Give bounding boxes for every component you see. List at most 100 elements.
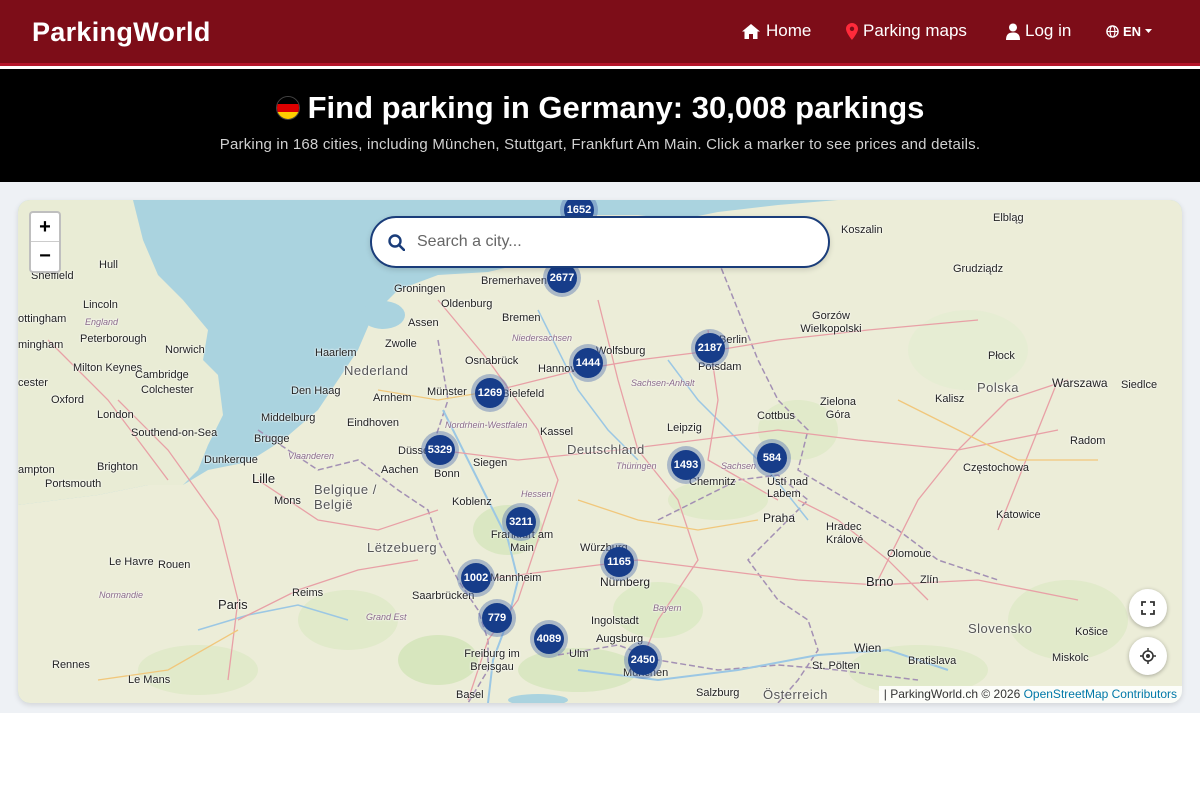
country-label: Lëtzebuerg — [367, 540, 438, 555]
parking-cluster-marker[interactable]: 1269 — [471, 374, 509, 412]
parking-cluster-marker[interactable]: 3211 — [502, 503, 540, 541]
place-label: Le Mans — [128, 674, 171, 686]
place-label: Reims — [292, 587, 324, 599]
place-label: Lille — [252, 471, 276, 486]
country-label: Polska — [977, 380, 1020, 395]
zoom-out-button[interactable]: − — [31, 242, 59, 271]
place-label: ottingham — [18, 313, 67, 325]
attribution-text: | ParkingWorld.ch © 2026 — [883, 687, 1024, 701]
place-label: Brighton — [97, 461, 138, 473]
place-label: Assen — [408, 317, 439, 329]
country-label: Österreich — [763, 687, 828, 702]
cluster-count: 5329 — [425, 435, 455, 465]
zoom-in-button[interactable]: + — [31, 213, 59, 242]
place-label: Middelburg — [261, 412, 316, 424]
place-label: Częstochowa — [963, 462, 1030, 474]
country-label: Nederland — [344, 363, 409, 378]
map-marker-icon — [846, 22, 858, 40]
place-label: Gorzów Wielkopolski — [800, 310, 862, 335]
nav-home-link[interactable]: Home — [741, 21, 811, 41]
cluster-count: 2187 — [695, 333, 725, 363]
place-label: Bratislava — [908, 655, 957, 667]
place-label: Colchester — [141, 384, 194, 396]
place-label: Norwich — [165, 344, 205, 356]
region-label: Hessen — [521, 489, 552, 499]
parking-cluster-marker[interactable]: 1444 — [569, 344, 607, 382]
region-label: Normandie — [99, 590, 144, 600]
place-label: Dunkerque — [204, 454, 258, 466]
place-label: Kalisz — [935, 393, 965, 405]
nav-login-link[interactable]: Log in — [1006, 21, 1071, 41]
fullscreen-button[interactable] — [1129, 589, 1167, 627]
place-label: Rouen — [158, 559, 191, 571]
nav-parking-maps-link[interactable]: Parking maps — [846, 21, 967, 41]
cluster-count: 4089 — [534, 624, 564, 654]
parking-cluster-marker[interactable]: 2450 — [624, 641, 662, 679]
place-label: Ulm — [569, 648, 589, 660]
parking-cluster-marker[interactable]: 1493 — [667, 446, 705, 484]
locate-me-button[interactable] — [1129, 637, 1167, 675]
page-title-row: Find parking in Germany: 30,008 parkings — [0, 90, 1200, 126]
place-label: Haarlem — [315, 347, 357, 359]
place-label: Elbląg — [993, 212, 1024, 224]
parking-cluster-marker[interactable]: 4089 — [530, 620, 568, 658]
place-label: Zlín — [920, 574, 939, 586]
place-label: Wien — [854, 641, 882, 655]
globe-icon — [1106, 25, 1119, 38]
brand-logo[interactable]: ParkingWorld — [32, 17, 211, 48]
place-label: Praha — [763, 511, 796, 525]
search-icon — [388, 233, 405, 251]
place-label: Paris — [218, 597, 248, 612]
place-label: Den Haag — [291, 385, 341, 397]
place-label: Siegen — [473, 457, 508, 469]
place-label: Osnabrück — [465, 355, 519, 367]
language-dropdown[interactable]: EN — [1106, 24, 1153, 39]
parking-cluster-marker[interactable]: 2187 — [691, 329, 729, 367]
map-section: Sheffield Hull Lincoln ottingham England… — [0, 182, 1200, 713]
language-label: EN — [1123, 24, 1142, 39]
page-title: Find parking in Germany: 30,008 parkings — [307, 90, 925, 125]
place-label: Koblenz — [452, 496, 492, 508]
place-label: Le Havre — [109, 556, 154, 568]
place-label: Zielona Góra — [819, 396, 857, 421]
place-label: Koszalin — [841, 224, 883, 236]
place-label: Warszawa — [1052, 376, 1108, 390]
place-label: Katowice — [996, 509, 1041, 521]
parking-cluster-marker[interactable]: 1165 — [600, 543, 638, 581]
place-label: Zwolle — [385, 338, 417, 350]
place-label: Southend-on-Sea — [131, 427, 218, 439]
place-label: Cottbus — [757, 410, 795, 422]
city-search-bar — [370, 216, 830, 268]
place-label: Kassel — [540, 426, 574, 438]
place-label: Lincoln — [83, 299, 118, 311]
parking-cluster-marker[interactable]: 779 — [478, 599, 516, 637]
place-label: Peterborough — [80, 333, 147, 345]
zoom-control: + − — [29, 211, 61, 273]
place-label: Rennes — [52, 659, 90, 671]
place-label: Ústí nad Labem — [767, 476, 808, 500]
country-label: Belgique / België — [314, 482, 377, 512]
place-label: Olomouc — [887, 548, 932, 560]
place-label: Radom — [1070, 435, 1106, 447]
parking-cluster-marker[interactable]: 5329 — [421, 431, 459, 469]
page-subtitle: Parking in 168 cities, including München… — [219, 136, 981, 153]
parking-map[interactable]: Sheffield Hull Lincoln ottingham England… — [18, 200, 1182, 703]
region-label: Niedersachsen — [512, 333, 573, 343]
city-search-input[interactable] — [417, 233, 797, 251]
nav-home-label: Home — [766, 21, 812, 40]
country-label: Deutschland — [567, 442, 645, 457]
place-label: Portsmouth — [45, 478, 102, 490]
parking-cluster-marker[interactable]: 584 — [753, 439, 791, 477]
place-label: Bonn — [434, 468, 460, 480]
parking-cluster-marker[interactable]: 1002 — [457, 559, 495, 597]
place-label: ampton — [18, 464, 55, 476]
place-label: Brno — [866, 574, 894, 589]
place-label: Salzburg — [696, 687, 740, 699]
place-label: Brugge — [254, 433, 290, 445]
place-label: Košice — [1075, 626, 1109, 638]
place-label: Oldenburg — [441, 298, 493, 310]
germany-flag-icon — [275, 96, 300, 120]
osm-attribution-link[interactable]: OpenStreetMap Contributors — [1024, 687, 1177, 701]
cluster-count: 779 — [482, 603, 512, 633]
cluster-count: 1444 — [573, 348, 603, 378]
